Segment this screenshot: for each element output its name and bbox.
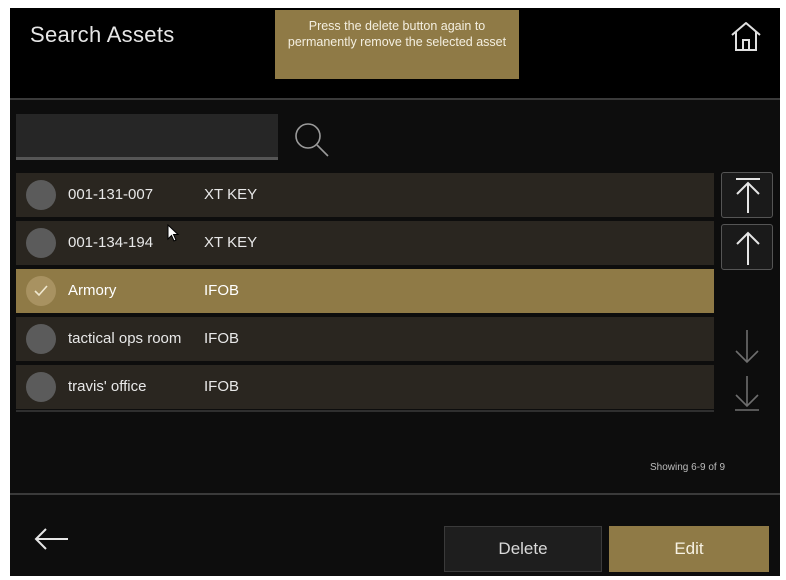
- home-icon: [731, 22, 761, 51]
- asset-type: IFOB: [204, 282, 240, 299]
- mouse-cursor-icon: [167, 224, 180, 242]
- asset-row[interactable]: travis' office IFOB: [16, 365, 714, 409]
- asset-name: travis' office: [68, 378, 147, 395]
- arrow-down-icon: [735, 330, 759, 364]
- asset-name: 001-131-007: [68, 186, 154, 203]
- checkmark-icon[interactable]: [26, 276, 56, 306]
- asset-type: XT KEY: [204, 186, 258, 203]
- select-circle-icon[interactable]: [26, 180, 56, 210]
- search-icon: [295, 123, 329, 157]
- delete-confirmation-toast: Press the delete button again to permane…: [275, 10, 519, 79]
- select-circle-icon[interactable]: [26, 372, 56, 402]
- scroll-down-button[interactable]: [721, 322, 773, 368]
- asset-type: XT KEY: [204, 234, 258, 251]
- header-divider: [10, 98, 780, 100]
- scroll-to-top-icon: [736, 178, 760, 213]
- asset-row-selected[interactable]: Armory IFOB: [16, 269, 714, 313]
- asset-name: Armory: [68, 282, 117, 299]
- page-title: Search Assets: [30, 22, 175, 47]
- asset-type: IFOB: [204, 330, 240, 347]
- list-divider: [16, 410, 714, 412]
- app-window: Search Assets Press the delete button ag…: [10, 8, 780, 576]
- search-input[interactable]: [16, 114, 278, 160]
- asset-list: 001-131-007 XT KEY 001-134-194 XT KEY Ar…: [16, 173, 714, 413]
- asset-row[interactable]: 001-131-007 XT KEY: [16, 173, 714, 217]
- header-bar: Search Assets Press the delete button ag…: [10, 8, 780, 98]
- select-circle-icon[interactable]: [26, 324, 56, 354]
- asset-row[interactable]: tactical ops room IFOB: [16, 317, 714, 361]
- asset-type: IFOB: [204, 378, 240, 395]
- footer-divider: [10, 493, 780, 495]
- pagination-status: Showing 6-9 of 9: [650, 462, 726, 473]
- scroll-to-bottom-button[interactable]: [721, 370, 773, 416]
- scroll-to-top-button[interactable]: [721, 172, 773, 218]
- asset-name: tactical ops room: [68, 330, 182, 347]
- edit-button[interactable]: Edit: [609, 526, 769, 572]
- asset-row[interactable]: 001-134-194 XT KEY: [16, 221, 714, 265]
- select-circle-icon[interactable]: [26, 228, 56, 258]
- home-button[interactable]: [728, 20, 764, 54]
- delete-button[interactable]: Delete: [444, 526, 602, 572]
- search-button[interactable]: [292, 120, 332, 160]
- arrow-left-icon: [34, 528, 68, 550]
- scroll-up-button[interactable]: [721, 224, 773, 270]
- asset-name: 001-134-194: [68, 234, 154, 251]
- arrow-up-icon: [736, 231, 760, 265]
- scroll-to-bottom-icon: [735, 376, 759, 411]
- back-button[interactable]: [32, 524, 72, 554]
